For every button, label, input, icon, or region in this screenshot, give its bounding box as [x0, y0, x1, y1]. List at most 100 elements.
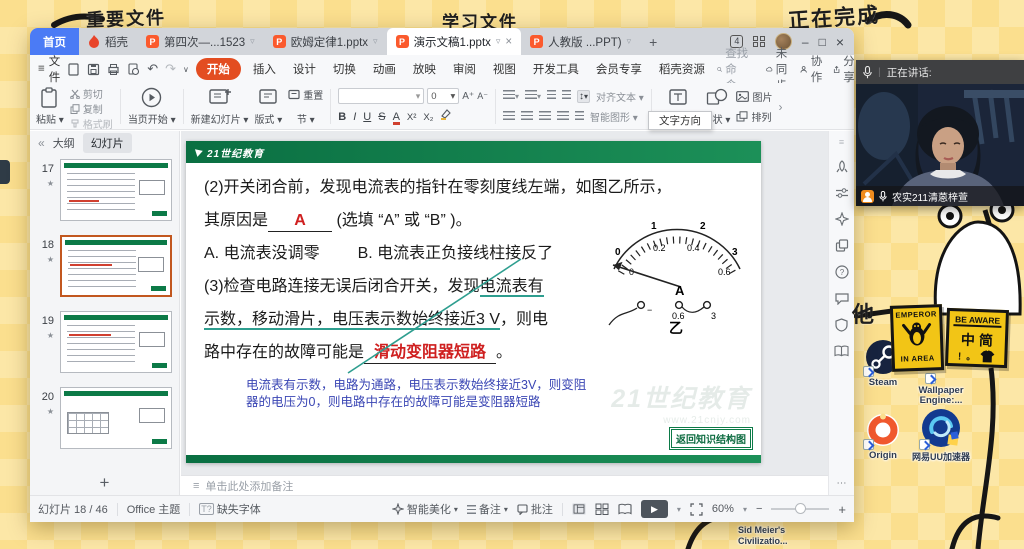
slide-18[interactable]: 21世纪教育 (2)开关闭合前，发现电流表的指针在零刻度线左端，如图乙所示， 其… [186, 141, 761, 463]
align-center-button[interactable] [521, 111, 533, 123]
rocket-icon[interactable] [835, 160, 849, 174]
desktop-icon-uu-booster[interactable]: 网易UU加速器 [908, 408, 974, 463]
underline-button[interactable]: U [363, 111, 371, 123]
theme-name[interactable]: Office 主题 [127, 501, 181, 517]
edge-desktop-icon[interactable] [0, 160, 10, 184]
italic-button[interactable]: I [353, 111, 356, 123]
tab-document-2[interactable]: P 欧姆定律1.pptx▿ [264, 28, 387, 55]
number-list-button[interactable]: ▾ [525, 90, 541, 102]
ribbon-more-icon[interactable]: › [778, 100, 782, 114]
format-painter-button[interactable]: 格式刷 [70, 116, 113, 130]
smart-beautify-button[interactable]: 智能美化▾ [392, 501, 458, 517]
notes-bar[interactable]: ≡ 单击此处添加备注 [181, 475, 828, 495]
align-right-button[interactable] [539, 111, 551, 123]
share-button[interactable]: 分享 [833, 53, 859, 85]
tab-docer[interactable]: 稻壳 [79, 28, 137, 55]
slideshow-play-button[interactable]: ▶ [641, 500, 668, 518]
align-left-button[interactable] [503, 111, 515, 123]
new-tab-button[interactable]: + [640, 28, 666, 55]
bullet-list-button[interactable]: ▾ [503, 90, 519, 102]
collapse-panel-icon[interactable]: « [38, 136, 45, 150]
align-text-button[interactable]: 对齐文本 ▾ [596, 89, 644, 104]
slide-thumbnail-18-selected[interactable] [60, 235, 172, 297]
play-options-icon[interactable]: ▾ [677, 505, 681, 514]
tab-document-1[interactable]: P 第四次—...1523▿ [137, 28, 264, 55]
ribbon-tab-docer-res[interactable]: 稻壳资源 [654, 59, 710, 79]
tab-slides[interactable]: 幻灯片 [83, 133, 132, 153]
ribbon-tab-slideshow[interactable]: 放映 [408, 59, 441, 79]
print-icon[interactable] [107, 63, 120, 76]
zoom-out-button[interactable]: − [756, 503, 762, 515]
new-doc-icon[interactable] [67, 63, 80, 76]
video-call-panel[interactable]: | 正在讲话: [856, 60, 1024, 206]
slide-thumbnail-19[interactable] [60, 311, 172, 373]
settings-sliders-icon[interactable] [835, 187, 849, 199]
comments-button[interactable]: 批注 [517, 501, 553, 517]
smart-graphic-button[interactable]: 智能图形 ▾ [590, 109, 638, 124]
minimize-button[interactable]: – [802, 36, 809, 48]
civilization-icon-label[interactable]: Sid Meier's Civilizatio... [738, 525, 788, 547]
history-caret-icon[interactable]: ∨ [183, 65, 189, 74]
ribbon-tab-review[interactable]: 审阅 [448, 59, 481, 79]
tab-home[interactable]: 首页 [30, 28, 79, 55]
ribbon-tab-member[interactable]: 会员专享 [591, 59, 647, 79]
normal-view-button[interactable] [572, 503, 586, 515]
ribbon-tab-start[interactable]: 开始 [196, 58, 241, 80]
zoom-slider-knob[interactable] [795, 503, 806, 514]
ribbon-tab-developer[interactable]: 开发工具 [528, 59, 584, 79]
file-menu[interactable]: ≡ 文件 [38, 53, 60, 85]
close-button[interactable]: × [836, 35, 844, 49]
undo-icon[interactable]: ↶ [147, 61, 158, 77]
ribbon-tab-animation[interactable]: 动画 [368, 59, 401, 79]
decrease-font-icon[interactable]: A⁻ [477, 91, 488, 102]
tab-close-icon[interactable]: × [505, 36, 512, 48]
fit-window-icon[interactable] [690, 503, 703, 516]
slide-thumbnail-20[interactable] [60, 387, 172, 449]
collaborate-button[interactable]: 协作 [800, 53, 826, 85]
reading-view-button[interactable] [618, 503, 632, 515]
help-icon[interactable]: ? [835, 265, 849, 279]
decrease-indent-button[interactable] [547, 90, 556, 102]
subscript-button[interactable]: X₂ [423, 112, 433, 123]
increase-indent-button[interactable] [562, 90, 571, 102]
shield-icon[interactable] [835, 318, 848, 332]
maximize-button[interactable]: □ [819, 36, 826, 48]
picture-button[interactable]: 图片 [736, 89, 772, 104]
arrange-button[interactable]: 排列 [736, 109, 772, 124]
tab-document-3[interactable]: P 人教版 ...PPT)▿ [521, 28, 640, 55]
sorter-view-button[interactable] [595, 503, 609, 515]
reset-button[interactable]: 重置 [288, 87, 323, 102]
save-icon[interactable] [87, 63, 100, 76]
add-slide-button[interactable]: + [30, 473, 179, 493]
rail-more-icon[interactable]: ⋯ [837, 478, 847, 489]
tab-document-active[interactable]: P 演示文稿1.pptx▿ × [387, 28, 522, 55]
zoom-level[interactable]: 60% [712, 503, 734, 515]
font-color-button[interactable]: A [393, 112, 400, 125]
section-button[interactable]: 节 ▾ [297, 111, 315, 126]
feedback-icon[interactable] [835, 292, 849, 305]
text-direction-button[interactable]: ↕▾ [577, 90, 590, 103]
bold-button[interactable]: B [338, 111, 346, 123]
missing-font-warning[interactable]: T? 缺失字体 [199, 501, 261, 517]
line-spacing-button[interactable] [575, 111, 584, 123]
ribbon-tab-transition[interactable]: 切换 [328, 59, 361, 79]
desktop-icon-origin[interactable]: Origin [860, 412, 906, 461]
slide-thumbnail-17[interactable] [60, 159, 172, 221]
redo-icon[interactable]: ↷ [165, 61, 176, 77]
increase-font-icon[interactable]: A⁺ [462, 91, 474, 102]
play-from-current-button[interactable]: 当页开始 ▾ [128, 86, 176, 127]
ribbon-tab-design[interactable]: 设计 [288, 59, 321, 79]
highlight-button[interactable] [440, 109, 451, 123]
app-grid-icon[interactable] [753, 36, 765, 48]
ribbon-tab-view[interactable]: 视图 [488, 59, 521, 79]
zoom-in-button[interactable]: + [838, 502, 846, 517]
back-to-knowledge-map-button[interactable]: 返回知识结构图 [669, 427, 753, 450]
cut-button[interactable]: 剪切 [70, 86, 113, 101]
superscript-button[interactable]: X² [407, 112, 417, 123]
copy-button[interactable]: 复制 [70, 101, 113, 116]
notes-toggle-button[interactable]: 备注▾ [467, 501, 508, 517]
effects-star-icon[interactable] [835, 212, 849, 226]
ribbon-tab-insert[interactable]: 插入 [248, 59, 281, 79]
zoom-slider[interactable] [771, 508, 829, 510]
font-size-select[interactable]: 0▾ [427, 88, 459, 104]
